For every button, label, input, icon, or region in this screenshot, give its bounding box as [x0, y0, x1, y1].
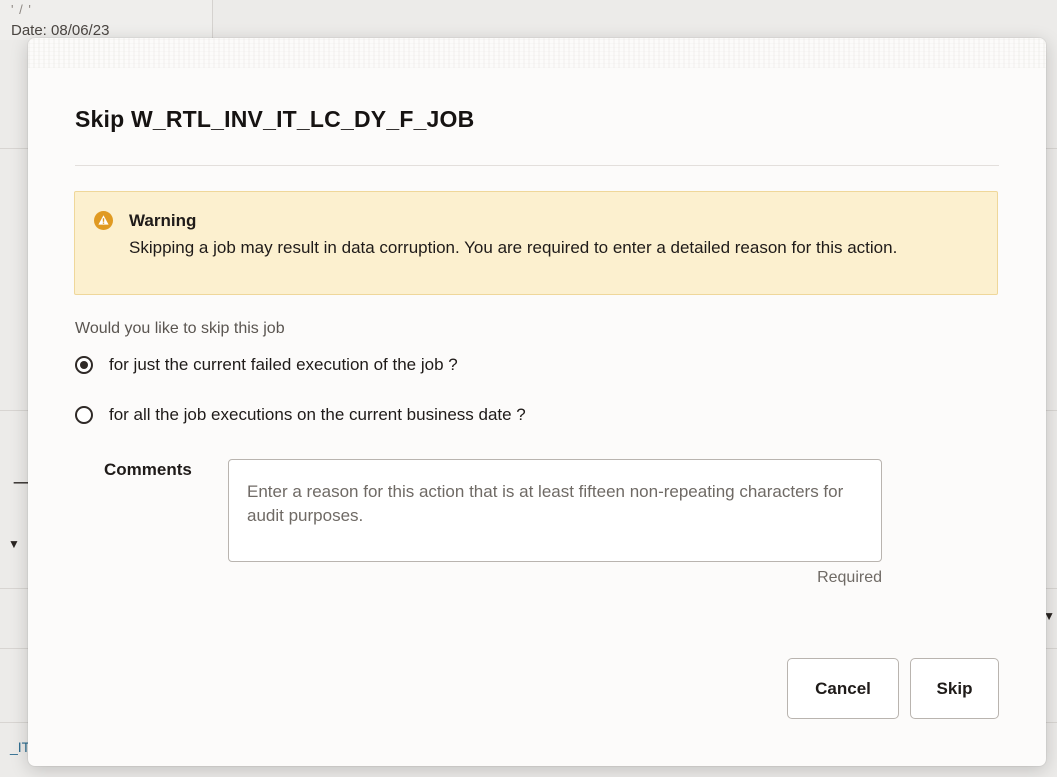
- title-divider: [75, 165, 999, 166]
- background-caret-icon: ▼: [8, 537, 20, 551]
- dialog-title: Skip W_RTL_INV_IT_LC_DY_F_JOB: [75, 106, 475, 132]
- warning-icon: [94, 211, 113, 230]
- radio-checked-icon[interactable]: [75, 356, 93, 374]
- cancel-button[interactable]: Cancel: [787, 658, 899, 719]
- comments-field[interactable]: [228, 459, 882, 562]
- radio-option-label: for all the job executions on the curren…: [109, 405, 526, 424]
- warning-title: Warning: [129, 211, 197, 230]
- background-date: Date: 08/06/23: [11, 22, 110, 39]
- radio-option-current-execution[interactable]: for just the current failed execution of…: [75, 355, 458, 375]
- skip-job-dialog: Skip W_RTL_INV_IT_LC_DY_F_JOB Warning Sk…: [28, 38, 1046, 766]
- warning-text: Skipping a job may result in data corrup…: [129, 238, 898, 257]
- skip-question: Would you like to skip this job: [75, 320, 285, 337]
- comments-label: Comments: [104, 460, 192, 479]
- background-cut-text: ' / ': [11, 2, 32, 17]
- radio-unchecked-icon[interactable]: [75, 406, 93, 424]
- warning-message-box: Warning Skipping a job may result in dat…: [74, 191, 998, 295]
- comments-required-hint: Required: [817, 569, 882, 586]
- dialog-header-texture: [28, 38, 1046, 68]
- radio-option-all-executions[interactable]: for all the job executions on the curren…: [75, 405, 526, 425]
- background-header-cell: ' / ' Date: 08/06/23: [0, 0, 213, 40]
- radio-option-label: for just the current failed execution of…: [109, 355, 458, 374]
- skip-button[interactable]: Skip: [910, 658, 999, 719]
